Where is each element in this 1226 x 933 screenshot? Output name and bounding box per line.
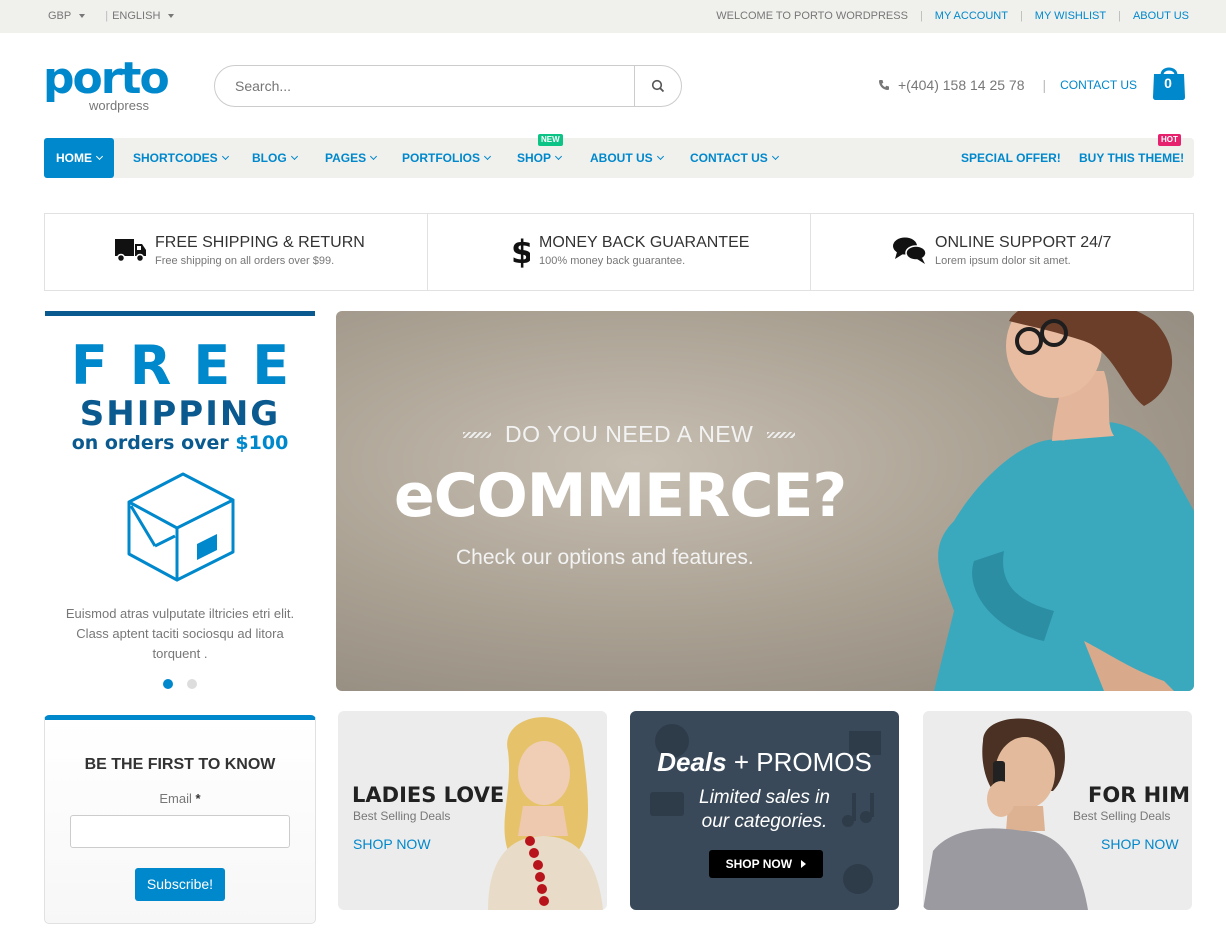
nav-item-portfolios[interactable]: PORTFOLIOS [402,138,492,178]
nav-item-home[interactable]: HOME [44,138,114,178]
chevron-down-icon [656,152,664,161]
package-icon [127,472,235,582]
carousel-dot[interactable] [187,679,197,689]
feature-desc: Free shipping on all orders over $99. [155,255,335,267]
feature-money-back: $ MONEY BACK GUARANTEE 100% money back g… [428,214,811,290]
decorative-stripe [767,431,796,438]
chevron-down-icon [483,152,492,161]
nav-item-shortcodes[interactable]: SHORTCODES [133,138,229,178]
promo-subtitle: Best Selling Deals [353,809,451,823]
carousel-dot-active[interactable] [163,679,173,689]
chevron-down-icon [79,14,86,19]
feature-title: ONLINE SUPPORT 24/7 [935,234,1112,251]
feature-desc: 100% money back guarantee. [539,255,686,267]
chevron-down-icon [95,152,104,161]
nav-item-contact-us[interactable]: CONTACT US [690,138,779,178]
hero-subtitle: Check our options and features. [456,546,754,569]
promo-title: FOR HIM [1088,783,1190,807]
feature-free-shipping: FREE SHIPPING & RETURN Free shipping on … [45,214,428,290]
logo-subtitle: wordpress [89,98,149,113]
feature-desc: Lorem ipsum dolor sit amet. [935,255,1071,267]
banner-free-text: FREE [70,334,312,397]
divider: | [1042,77,1047,93]
shop-now-link[interactable]: SHOP NOW [1101,836,1179,852]
contact-info: +(404) 158 14 25 78 | CONTACT US [878,77,1137,93]
model-image [923,718,1088,910]
currency-selector[interactable]: GBP [48,10,89,22]
decorative-icon [843,864,873,894]
carousel-dots [163,679,211,689]
promo-deals[interactable]: Deals + PROMOS Limited sales in our categ… [630,711,899,910]
new-badge: NEW [538,134,563,146]
logo[interactable]: porto wordpress [43,53,170,115]
chevron-down-icon [168,14,175,19]
email-field[interactable] [70,815,290,848]
promo-for-him[interactable]: FOR HIM Best Selling Deals SHOP NOW [923,711,1192,910]
search-input[interactable] [235,76,625,96]
divider: | [105,10,109,22]
cart-button[interactable]: 0 [1151,63,1187,101]
search-icon [651,79,665,93]
cart-count: 0 [1164,75,1172,91]
shop-now-button[interactable]: SHOP NOW [709,850,823,878]
subscribe-button[interactable]: Subscribe! [135,868,225,901]
promo-subtitle: Best Selling Deals [1073,809,1171,823]
promo-ladies-love[interactable]: LADIES LOVE Best Selling Deals SHOP NOW [338,711,607,910]
banner-description: Euismod atras vulputate iltricies etri e… [65,606,295,661]
chevron-down-icon [771,152,779,161]
feature-title: FREE SHIPPING & RETURN [155,234,365,251]
main-nav: HOME SHORTCODES BLOG PAGES PORTFOLIOS SH… [44,138,1194,178]
phone-icon [879,80,889,90]
my-account-link[interactable]: MY ACCOUNT [935,10,1008,22]
search-box [214,65,682,107]
logo-wordmark: porto [43,53,170,104]
nav-item-blog[interactable]: BLOG [252,138,298,178]
dollar-icon: $ [511,233,530,268]
free-shipping-banner[interactable]: FREE SHIPPING on orders over $100 Euismo… [45,311,315,695]
language-selector[interactable]: ENGLISH [112,10,178,22]
feature-online-support: ONLINE SUPPORT 24/7 Lorem ipsum dolor si… [811,214,1193,290]
newsletter-title: BE THE FIRST TO KNOW [84,756,276,773]
my-wishlist-link[interactable]: MY WISHLIST [1035,10,1106,22]
hero-slider[interactable]: DO YOU NEED A NEW eCOMMERCE? Check our o… [336,311,1194,691]
shop-now-link[interactable]: SHOP NOW [353,836,431,852]
svg-text:$: $ [511,233,530,268]
banner-orders-text: on orders over $100 [71,432,289,454]
divider: | [919,10,923,22]
deals-tagline: Limited sales in our categories. [699,787,830,832]
email-label: Email * [159,791,201,806]
decorative-stripe [463,431,491,438]
features-bar: FREE SHIPPING & RETURN Free shipping on … [44,213,1194,291]
promo-title: LADIES LOVE [352,783,505,807]
newsletter-widget: BE THE FIRST TO KNOW Email * Subscribe! [44,715,316,924]
nav-item-special-offer[interactable]: SPECIAL OFFER! [961,138,1061,178]
chevron-down-icon [221,152,229,161]
chat-icon [893,237,927,264]
chevron-down-icon [370,152,378,161]
deals-heading: Deals + PROMOS [657,747,872,777]
hero-pre-title: DO YOU NEED A NEW [449,421,809,448]
model-image [488,717,603,910]
top-bar: GBP | ENGLISH WELCOME TO PORTO WORDPRESS… [0,0,1226,33]
model-image [934,311,1194,691]
nav-item-about-us[interactable]: ABOUT US [590,138,664,178]
search-button[interactable] [634,66,681,106]
about-us-link[interactable]: ABOUT US [1133,10,1189,22]
hero-title: eCOMMERCE? [394,461,847,531]
caret-right-icon [801,860,807,868]
divider: | [1118,10,1121,22]
hot-badge: HOT [1158,134,1181,146]
contact-us-link[interactable]: CONTACT US [1060,78,1137,92]
nav-item-pages[interactable]: PAGES [325,138,378,178]
phone-number: +(404) 158 14 25 78 [898,77,1025,93]
feature-title: MONEY BACK GUARANTEE [539,234,750,251]
chevron-down-icon [554,152,563,161]
welcome-message: WELCOME TO PORTO WORDPRESS [716,10,908,22]
divider: | [1019,10,1023,22]
truck-icon [115,239,146,263]
chevron-down-icon [290,152,298,161]
banner-shipping-text: SHIPPING [79,394,281,434]
